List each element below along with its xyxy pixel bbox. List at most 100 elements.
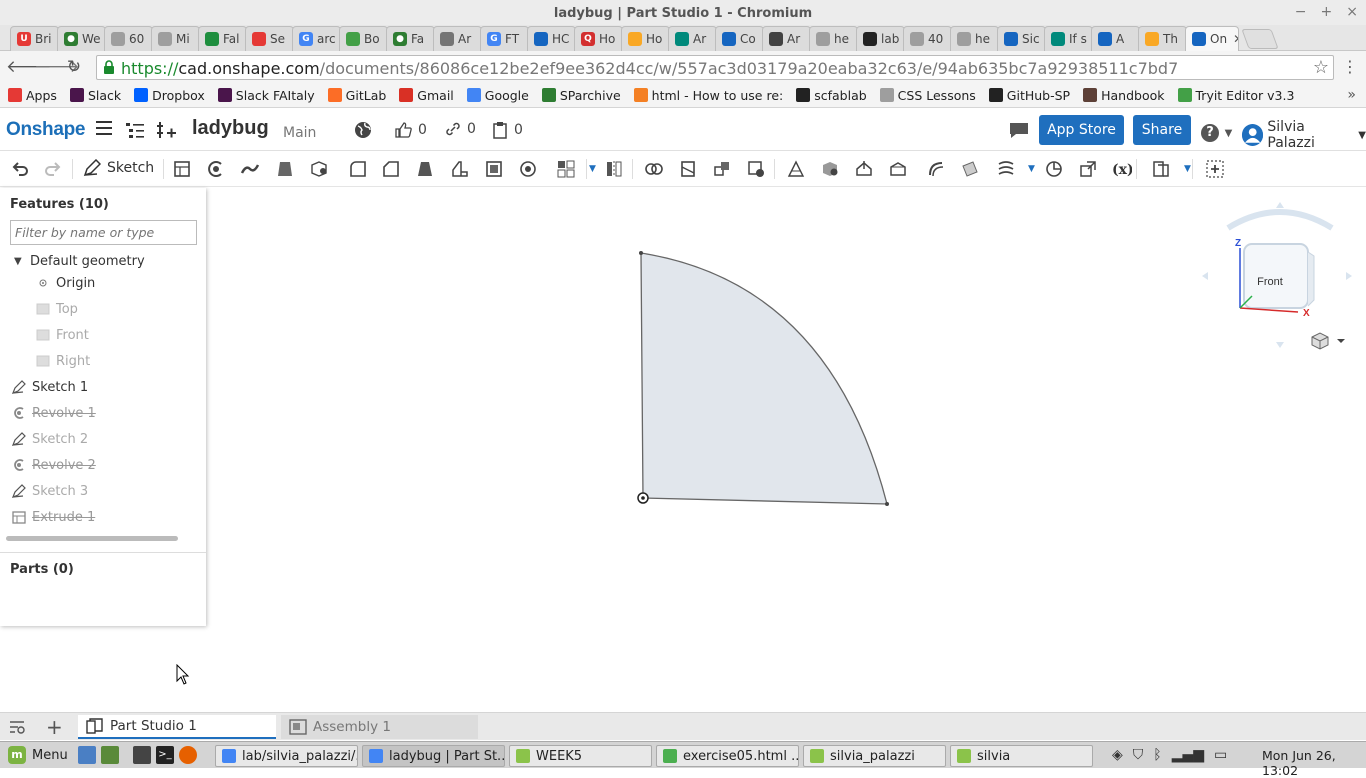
taskbar-window-button[interactable]: lab/silvia_palazzi/... bbox=[215, 745, 358, 767]
taskbar-window-button[interactable]: ladybug | Part St... bbox=[362, 745, 505, 767]
browser-tab[interactable]: he bbox=[809, 26, 858, 51]
minimize-button[interactable]: − bbox=[1295, 4, 1307, 20]
browser-tab[interactable]: If s bbox=[1044, 26, 1093, 51]
browser-tab[interactable]: Fal bbox=[198, 26, 247, 51]
address-bar[interactable]: https://cad.onshape.com/documents/86086c… bbox=[96, 55, 1334, 80]
feature-panel-scrollbar[interactable] bbox=[6, 536, 178, 541]
launcher-icon[interactable] bbox=[78, 746, 96, 764]
bookmark-item[interactable]: Gmail bbox=[399, 88, 454, 103]
taskbar-window-button[interactable]: WEEK5 bbox=[509, 745, 652, 767]
bookmark-item[interactable]: Handbook bbox=[1083, 88, 1165, 103]
feature-list-icon[interactable] bbox=[125, 121, 145, 139]
feature-item[interactable]: Revolve 1 bbox=[0, 402, 200, 424]
chevron-down-icon[interactable]: ▼ bbox=[14, 256, 30, 267]
split-icon[interactable] bbox=[678, 159, 698, 179]
clock[interactable]: Mon Jun 26, 13:02 bbox=[1262, 748, 1366, 778]
section-dropdown-chevron-icon[interactable]: ▼ bbox=[1184, 164, 1191, 174]
browser-tab[interactable]: Sic bbox=[997, 26, 1046, 51]
redo-icon[interactable] bbox=[43, 159, 63, 179]
comments-icon[interactable] bbox=[1008, 121, 1030, 139]
share-button[interactable]: Share bbox=[1133, 115, 1191, 145]
bookmark-item[interactable]: GitHub-SP bbox=[988, 88, 1070, 103]
replace-face-icon[interactable] bbox=[888, 159, 908, 179]
sketch-button[interactable]: Sketch bbox=[83, 159, 154, 177]
bookmark-item[interactable]: Tryit Editor v3.3 bbox=[1177, 88, 1294, 103]
tab-assembly-1[interactable]: Assembly 1 bbox=[281, 715, 478, 739]
view-cube-side-face[interactable] bbox=[1307, 251, 1315, 307]
network-icon[interactable]: ▂▄▆ bbox=[1172, 747, 1204, 763]
variable-icon[interactable]: (x) bbox=[1112, 159, 1134, 179]
firefox-icon[interactable] bbox=[179, 746, 197, 764]
feature-item[interactable]: Sketch 1 bbox=[0, 376, 200, 398]
feature-item[interactable]: Sketch 3 bbox=[0, 480, 200, 502]
extrude-icon[interactable] bbox=[172, 159, 192, 179]
sweep-icon[interactable] bbox=[240, 159, 260, 179]
launcher-icon[interactable] bbox=[101, 746, 119, 764]
tab-manager-icon[interactable] bbox=[9, 720, 25, 734]
browser-tab[interactable]: lab bbox=[856, 26, 905, 51]
transform-icon[interactable] bbox=[712, 159, 732, 179]
section-view-icon[interactable] bbox=[1151, 159, 1171, 179]
feature-item[interactable]: Top bbox=[0, 298, 200, 320]
insert-icon[interactable] bbox=[157, 121, 177, 139]
bookmark-item[interactable]: CSS Lessons bbox=[879, 88, 976, 103]
browser-tab[interactable]: Ar bbox=[668, 26, 717, 51]
rib-icon[interactable] bbox=[450, 159, 470, 179]
helix-icon[interactable] bbox=[996, 159, 1016, 179]
feature-filter-input[interactable] bbox=[10, 220, 197, 245]
bookmark-item[interactable]: Slack FAItaly bbox=[217, 88, 315, 103]
taskbar-window-button[interactable]: silvia bbox=[950, 745, 1093, 767]
bookmarks-overflow-icon[interactable]: » bbox=[1347, 87, 1356, 103]
browser-tab[interactable]: Ar bbox=[762, 26, 811, 51]
update-icon[interactable]: ◈ bbox=[1112, 747, 1123, 763]
thicken-icon[interactable] bbox=[309, 159, 329, 179]
bluetooth-icon[interactable]: ᛒ bbox=[1153, 747, 1161, 763]
taskbar-window-button[interactable]: exercise05.html ... bbox=[656, 745, 799, 767]
bookmark-item[interactable]: SParchive bbox=[541, 88, 621, 103]
offset-surface-icon[interactable] bbox=[926, 159, 946, 179]
browser-tab[interactable]: Th bbox=[1138, 26, 1187, 51]
reload-icon[interactable]: ↻ bbox=[63, 57, 85, 77]
import-icon[interactable] bbox=[1078, 159, 1098, 179]
bookmark-item[interactable]: scfablab bbox=[796, 88, 867, 103]
bookmark-item[interactable]: Slack bbox=[69, 88, 121, 103]
hamburger-menu-icon[interactable] bbox=[96, 121, 112, 135]
pattern-icon[interactable] bbox=[556, 159, 576, 179]
shield-icon[interactable]: ⛉ bbox=[1133, 747, 1144, 763]
bookmark-item[interactable]: Apps bbox=[8, 88, 57, 103]
bookmark-item[interactable]: Dropbox bbox=[134, 88, 205, 103]
browser-tab[interactable]: ● Fa bbox=[386, 26, 435, 51]
delete-part-icon[interactable] bbox=[746, 159, 766, 179]
modify-fillet-icon[interactable] bbox=[786, 159, 806, 179]
rotate-left-arrow-icon[interactable] bbox=[1202, 272, 1208, 280]
workspace-label[interactable]: Main bbox=[283, 125, 316, 141]
move-face-icon[interactable] bbox=[854, 159, 874, 179]
hole-icon[interactable] bbox=[518, 159, 538, 179]
browser-tab[interactable]: U Bri bbox=[10, 26, 59, 51]
helix-dropdown-chevron-icon[interactable]: ▼ bbox=[1028, 164, 1035, 174]
bookmark-item[interactable]: GitLab bbox=[327, 88, 386, 103]
show-desktop-icon[interactable] bbox=[133, 746, 151, 764]
plane-icon[interactable] bbox=[960, 159, 980, 179]
user-menu[interactable]: Silvia Palazzi ▼ bbox=[1242, 119, 1366, 151]
close-window-button[interactable]: × bbox=[1346, 4, 1358, 20]
links-count[interactable]: 0 bbox=[445, 121, 476, 137]
feature-item[interactable]: Sketch 2 bbox=[0, 428, 200, 450]
browser-tab[interactable]: 60 bbox=[104, 26, 153, 51]
taskbar-window-button[interactable]: silvia_palazzi bbox=[803, 745, 946, 767]
feature-item[interactable]: Revolve 2 bbox=[0, 454, 200, 476]
shell-icon[interactable] bbox=[484, 159, 504, 179]
feature-item[interactable]: Right bbox=[0, 350, 200, 372]
rotate-up-arrow-icon[interactable] bbox=[1276, 202, 1284, 208]
browser-tab[interactable]: ● We bbox=[57, 26, 106, 51]
sketch-vertex[interactable] bbox=[885, 502, 889, 506]
terminal-icon[interactable]: >_ bbox=[156, 746, 174, 764]
maximize-button[interactable]: + bbox=[1321, 4, 1333, 20]
tab-part-studio-1[interactable]: Part Studio 1 bbox=[78, 715, 276, 739]
origin-marker[interactable] bbox=[637, 492, 649, 504]
rotate-arc[interactable] bbox=[1226, 209, 1334, 231]
copies-count[interactable]: 0 bbox=[492, 121, 523, 139]
bookmark-item[interactable]: html - How to use re: bbox=[633, 88, 783, 103]
loft-icon[interactable] bbox=[275, 159, 295, 179]
bookmark-star-icon[interactable]: ☆ bbox=[1313, 57, 1329, 78]
